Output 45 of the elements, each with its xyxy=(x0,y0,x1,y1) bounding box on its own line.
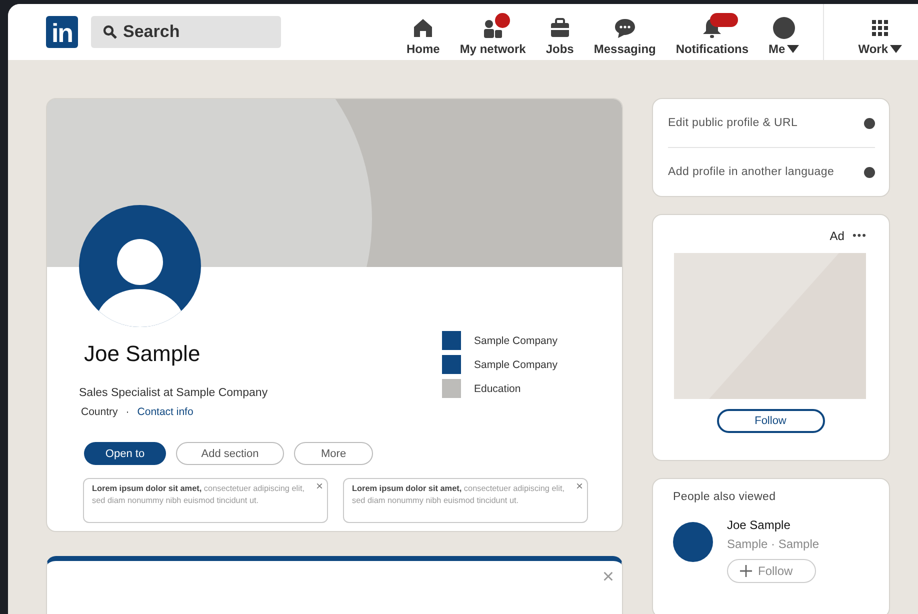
experience-label[interactable]: Education xyxy=(474,382,521,394)
nav-item[interactable]: Home xyxy=(396,4,450,60)
search-icon xyxy=(103,25,117,39)
caret-icon xyxy=(890,45,902,53)
follow-button[interactable]: Follow xyxy=(716,409,824,433)
experience-label[interactable]: Sample Company xyxy=(474,358,558,370)
experience-label[interactable]: Sample Company xyxy=(474,334,558,346)
nav-item[interactable]: Jobs xyxy=(536,4,584,60)
person-subtitle: Sample · Sample xyxy=(727,537,820,551)
location-text: Country xyxy=(81,406,118,418)
profile-headline: Sales Specialist at Sample Company xyxy=(79,387,269,399)
more-menu-button[interactable]: ••• xyxy=(852,230,867,242)
profile-link[interactable]: Edit public profile & URL xyxy=(668,117,798,129)
plus-icon xyxy=(740,565,752,577)
ad-label: Ad xyxy=(830,229,844,243)
close-button[interactable]: × xyxy=(316,480,323,492)
avatar-silhouette-icon xyxy=(79,205,201,327)
profile-action-button[interactable]: Add section xyxy=(176,442,284,465)
person-name[interactable]: Joe Sample xyxy=(727,518,820,532)
profile-action-button[interactable]: More xyxy=(294,442,374,465)
avatar-circle xyxy=(673,522,713,562)
notification-badge xyxy=(494,13,510,28)
nav-item[interactable]: Notifications xyxy=(666,4,759,60)
close-button[interactable]: × xyxy=(576,480,583,492)
notice-text: Lorem ipsum dolor sit amet, consectetuer adipiscing elit, sed diam nonummy nibh euismod tincidunt ut. xyxy=(352,484,564,504)
dot-icon xyxy=(864,118,875,128)
work-menu[interactable]: Work xyxy=(823,4,918,60)
avatar-icon xyxy=(772,16,796,40)
chat-bubble-icon xyxy=(612,16,637,40)
card-title: People also viewed xyxy=(673,491,777,503)
profile-action-button[interactable]: Open to xyxy=(84,442,166,465)
separator-text: · xyxy=(126,406,130,418)
nav-item[interactable]: My network xyxy=(450,4,536,60)
nav-item[interactable]: Me xyxy=(758,4,810,60)
profile-link[interactable]: Add profile in another language xyxy=(668,166,834,178)
logo[interactable]: in xyxy=(46,16,78,48)
caret-icon xyxy=(787,45,800,53)
nav-item[interactable]: Messaging xyxy=(584,4,666,60)
dot-icon xyxy=(864,166,875,178)
profile-name: Joe Sample xyxy=(84,341,202,367)
search-field[interactable]: Search xyxy=(91,16,281,48)
contact-info-link[interactable]: Contact info xyxy=(137,406,194,418)
notification-badge xyxy=(710,13,738,27)
follow-button[interactable]: Follow xyxy=(727,559,816,583)
notice-text: Lorem ipsum dolor sit amet, consectetuer adipiscing elit, sed diam nonummy nibh euismod tincidunt ut. xyxy=(92,484,304,504)
